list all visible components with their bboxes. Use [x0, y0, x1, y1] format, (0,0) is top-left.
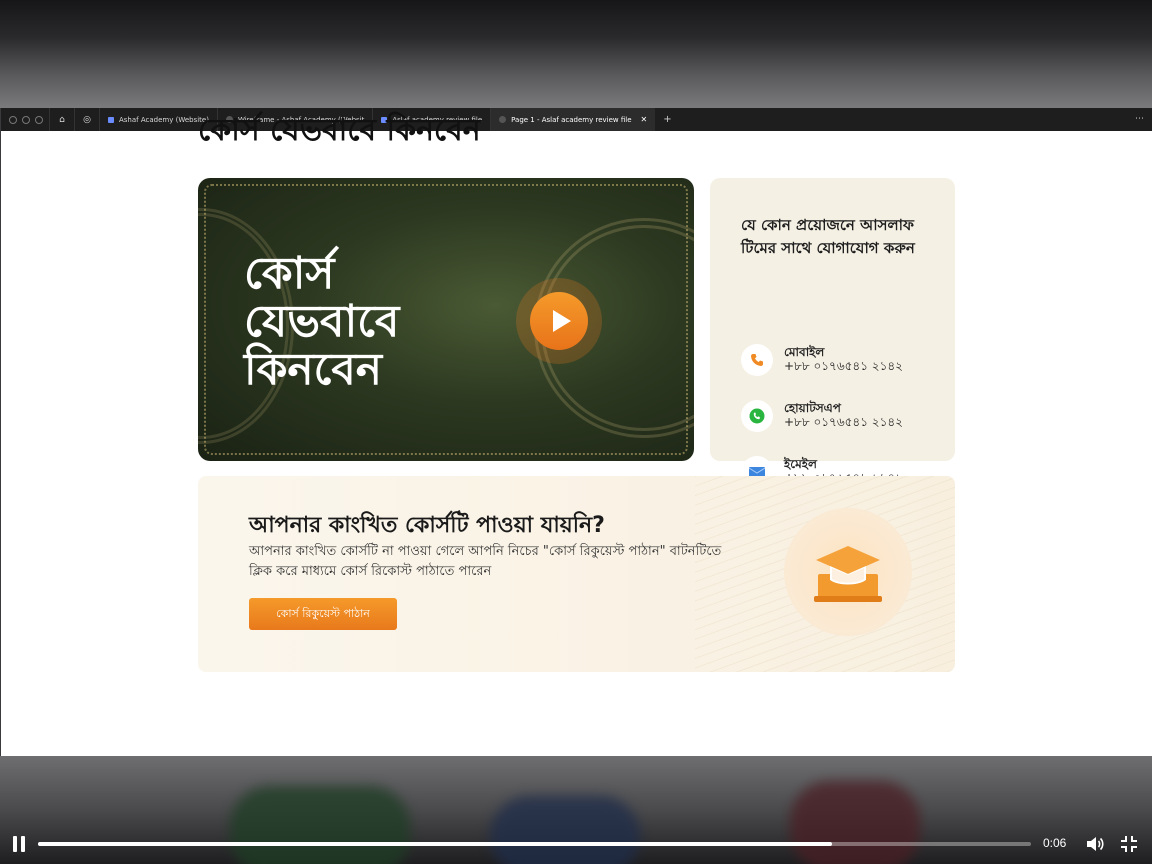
- play-button[interactable]: [516, 278, 602, 364]
- request-description: আপনার কাংখিত কোর্সটি না পাওয়া গেলে আপনি…: [249, 544, 722, 579]
- pause-icon[interactable]: [12, 836, 26, 852]
- video-title: কোর্স যেভবাবে কিনবেন: [244, 250, 444, 394]
- progress-fill: [38, 842, 833, 846]
- course-request-button[interactable]: কোর্স রিকুয়েস্ট পাঠান: [249, 598, 397, 630]
- play-icon: [499, 116, 507, 123]
- video-title-line: কোর্স: [244, 248, 335, 299]
- graduation-cap-icon: [784, 508, 912, 636]
- window-controls[interactable]: [1, 115, 49, 124]
- browser-tab-bar: ⌂ ◎ Ashaf Academy (Website) Wireframe - …: [1, 108, 1152, 131]
- more-icon[interactable]: ⋯: [1135, 114, 1144, 124]
- contact-value: +৮৮ ০১৭৬৫৪১ ২১৪২: [784, 359, 903, 373]
- tab-label: Ashaf Academy (Website): [119, 115, 209, 124]
- phone-icon: [741, 344, 773, 376]
- contact-item-mobile[interactable]: মোবাইল +৮৮ ০১৭৬৫৪১ ২১৪২: [741, 344, 941, 380]
- progress-bar[interactable]: [38, 842, 1031, 846]
- time-display: 0:06: [1043, 836, 1067, 850]
- whatsapp-icon: [741, 400, 773, 432]
- tab-page-1[interactable]: Page 1 - Aslaf academy review file ✕: [490, 108, 656, 131]
- close-icon[interactable]: ✕: [641, 115, 648, 124]
- request-title: আপনার কাংখিত কোর্সটি পাওয়া যায়নি?: [249, 513, 605, 538]
- contact-card: যে কোন প্রয়োজনে আসলাফ টিমের সাথে যোগাযো…: [710, 178, 955, 488]
- video-title-line: যেভবাবে: [244, 296, 400, 347]
- tab-label: Page 1 - Aslaf academy review file: [511, 115, 632, 124]
- background-top: [0, 0, 1152, 108]
- volume-icon[interactable]: [1085, 835, 1105, 853]
- video-title-line: কিনবেন: [244, 344, 383, 395]
- new-tab-icon[interactable]: +: [663, 114, 671, 125]
- video-card[interactable]: কোর্স যেভবাবে কিনবেন: [198, 178, 694, 461]
- course-request-card: আপনার কাংখিত কোর্সটি পাওয়া যায়নি? আপনা…: [198, 476, 955, 672]
- play-icon: [552, 310, 571, 332]
- contact-title: যে কোন প্রয়োজনে আসলাফ টিমের সাথে যোগাযো…: [741, 216, 915, 257]
- globe-icon[interactable]: ◎: [74, 108, 99, 131]
- contact-item-whatsapp[interactable]: হোয়াটসএপ +৮৮ ০১৭৬৫৪১ ২১৪২: [741, 400, 941, 436]
- page-heading: কোর্স যেভবাবে কিনবেন: [198, 113, 481, 148]
- home-icon[interactable]: ⌂: [49, 108, 74, 131]
- exit-fullscreen-icon[interactable]: [1120, 835, 1138, 853]
- contact-value: +৮৮ ০১৭৬৫৪১ ২১৪২: [784, 415, 903, 429]
- figma-icon: [108, 116, 114, 123]
- screen-recording: ⌂ ◎ Ashaf Academy (Website) Wireframe - …: [1, 108, 1152, 756]
- player-controls: 0:06: [0, 824, 1152, 864]
